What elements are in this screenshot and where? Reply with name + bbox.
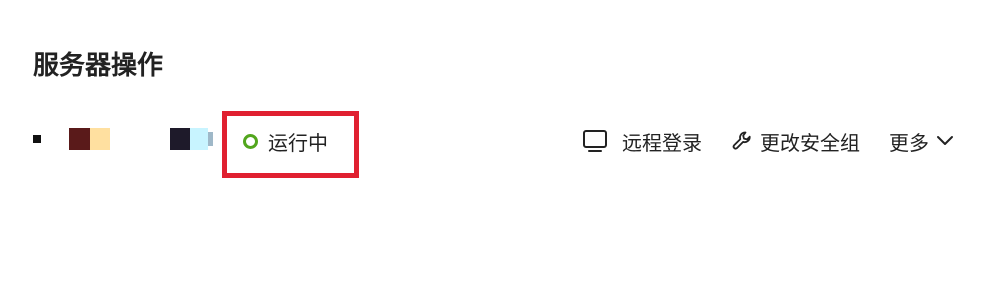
redacted-pixel: [190, 128, 208, 150]
section-title: 服务器操作: [33, 51, 164, 81]
server-instance-row: 运行中 远程登录 更改安全组 更多: [0, 120, 1008, 162]
wrench-icon: [731, 130, 753, 152]
more-label: 更多: [889, 130, 929, 155]
redacted-pixel: [170, 128, 190, 150]
change-security-group-button[interactable]: 更改安全组: [731, 120, 860, 162]
status-highlight-annotation: [222, 111, 359, 178]
redacted-pixel: [69, 128, 90, 150]
more-dropdown[interactable]: 更多: [889, 120, 955, 162]
change-security-group-label: 更改安全组: [760, 130, 860, 155]
chevron-down-icon: [935, 131, 955, 151]
redacted-pixel: [90, 128, 110, 150]
remote-login-button[interactable]: 远程登录: [582, 120, 702, 162]
monitor-icon: [582, 128, 608, 154]
remote-login-label: 远程登录: [622, 130, 702, 155]
redacted-pixel: [33, 135, 41, 143]
redacted-pixel: [208, 132, 213, 146]
